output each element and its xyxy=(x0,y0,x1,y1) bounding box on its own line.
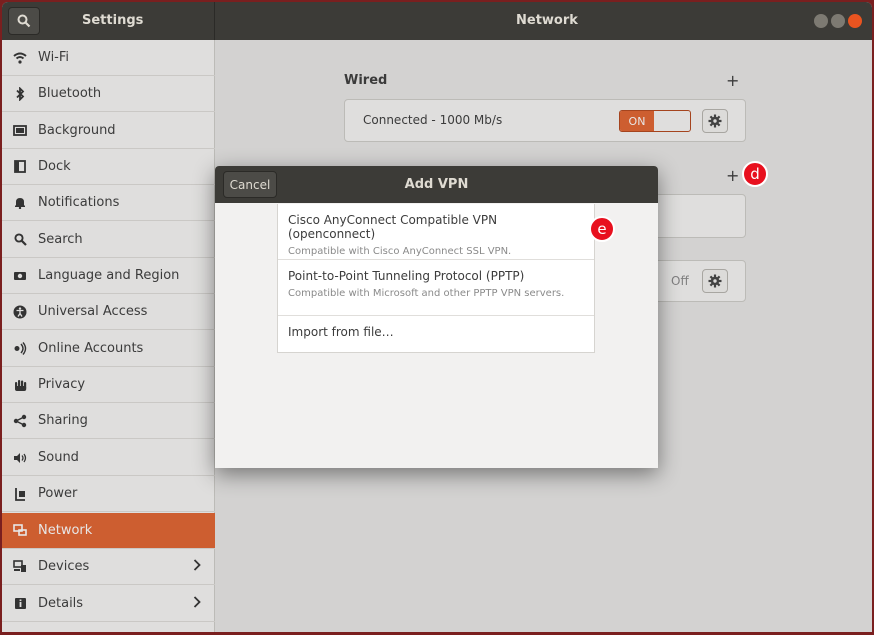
dialog-titlebar: Cancel Add VPN xyxy=(215,166,658,203)
vpn-option-openconnect[interactable]: Cisco AnyConnect Compatible VPN (opencon… xyxy=(278,204,594,260)
vpn-option-desc: Compatible with Cisco AnyConnect SSL VPN… xyxy=(288,246,512,257)
search-icon xyxy=(17,14,31,28)
vpn-option-name: Cisco AnyConnect Compatible VPN (opencon… xyxy=(288,213,498,241)
maximize-button[interactable] xyxy=(831,14,845,28)
titlebar: Settings Network xyxy=(2,2,872,40)
search-button[interactable] xyxy=(8,7,40,35)
vpn-option-pptp[interactable]: Point-to-Point Tunneling Protocol (PPTP)… xyxy=(278,260,594,316)
vpn-option-import[interactable]: Import from file… xyxy=(278,316,594,352)
page-title: Network xyxy=(516,13,578,28)
annotation-marker-d: d xyxy=(742,161,768,187)
close-button[interactable] xyxy=(848,14,862,28)
vpn-type-list: Cisco AnyConnect Compatible VPN (opencon… xyxy=(277,204,595,353)
add-vpn-dialog: Cancel Add VPN Cisco AnyConnect Compatib… xyxy=(215,166,658,468)
dialog-title: Add VPN xyxy=(404,177,469,192)
vpn-option-name: Import from file… xyxy=(288,325,394,339)
minimize-button[interactable] xyxy=(814,14,828,28)
sidebar-title: Settings xyxy=(82,13,144,28)
annotation-marker-e: e xyxy=(589,216,615,242)
vpn-option-name: Point-to-Point Tunneling Protocol (PPTP) xyxy=(288,269,525,283)
titlebar-left: Settings xyxy=(2,2,215,40)
vpn-option-desc: Compatible with Microsoft and other PPTP… xyxy=(288,288,565,299)
